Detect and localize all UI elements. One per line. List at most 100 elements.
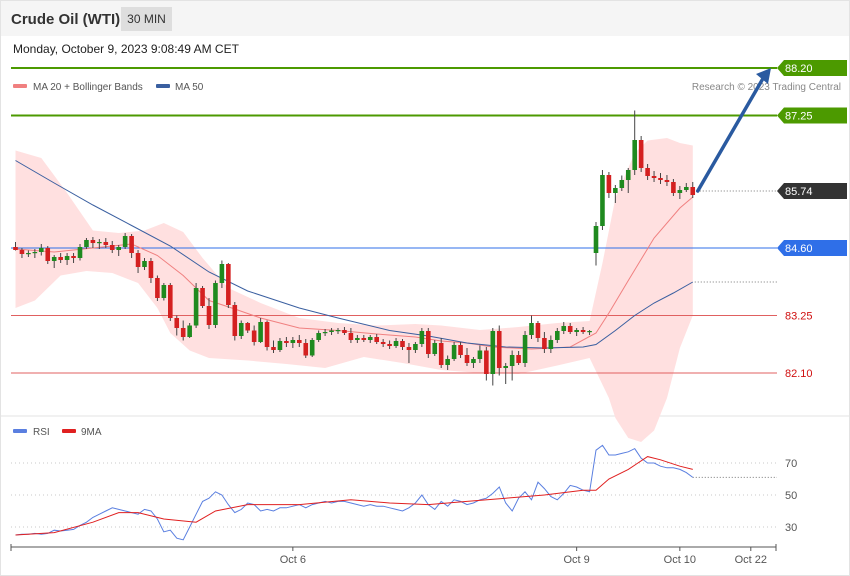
candle bbox=[232, 302, 238, 341]
candle-body bbox=[103, 242, 109, 245]
candle-body bbox=[129, 236, 134, 253]
candle-body bbox=[503, 366, 508, 368]
candle-body bbox=[593, 226, 599, 253]
candle-body bbox=[161, 285, 167, 298]
candle-body bbox=[45, 248, 51, 261]
candle bbox=[193, 283, 199, 328]
candle-body bbox=[374, 337, 379, 342]
candle-body bbox=[451, 345, 457, 359]
candle-body bbox=[664, 180, 670, 182]
candle-body bbox=[335, 330, 341, 332]
candle-body bbox=[413, 344, 418, 350]
rsi-ma-line bbox=[15, 456, 693, 536]
legend-swatch-9ma bbox=[62, 429, 76, 433]
candle-body bbox=[19, 250, 25, 254]
candle-body bbox=[39, 248, 44, 252]
legend-swatch-ma50 bbox=[156, 84, 170, 88]
candle-body bbox=[200, 288, 205, 306]
rsi-level-label-50: 50 bbox=[785, 490, 797, 502]
legend-label-9ma: 9MA bbox=[81, 427, 102, 438]
candle-body bbox=[77, 247, 83, 258]
candle-body bbox=[219, 264, 225, 283]
candle-body bbox=[13, 247, 18, 250]
candle-body bbox=[168, 285, 173, 318]
legend-label-ma20: MA 20 + Bollinger Bands bbox=[33, 82, 143, 93]
x-tick-label-1: Oct 9 bbox=[564, 554, 590, 566]
candle bbox=[309, 338, 315, 357]
candle-body bbox=[64, 256, 70, 260]
candle-body bbox=[645, 168, 650, 176]
candle-body bbox=[142, 261, 147, 267]
candle-body bbox=[484, 350, 489, 374]
candle-body bbox=[471, 359, 476, 363]
candle-body bbox=[26, 253, 31, 255]
candle-body bbox=[271, 347, 276, 350]
candle-body bbox=[109, 245, 115, 250]
candle-body bbox=[193, 288, 199, 326]
candle-body bbox=[580, 330, 586, 332]
candle-body bbox=[284, 341, 289, 343]
candle-body bbox=[613, 188, 618, 193]
x-tick-label-3: Oct 22 bbox=[735, 554, 767, 566]
credit-text: Research © 2023 Trading Central bbox=[692, 82, 841, 93]
resistance-label-88.20: 88.20 bbox=[785, 63, 813, 75]
candle-body bbox=[180, 328, 186, 337]
candle bbox=[600, 170, 605, 230]
candle-body bbox=[135, 253, 141, 267]
candle-body bbox=[322, 332, 328, 334]
candle-body bbox=[496, 331, 502, 368]
candle bbox=[490, 328, 496, 386]
candle-body bbox=[51, 257, 57, 261]
legend-swatch-rsi bbox=[13, 429, 27, 433]
candle-body bbox=[232, 305, 238, 336]
price-legend: MA 20 + Bollinger Bands MA 50 bbox=[13, 82, 204, 93]
candle-body bbox=[684, 187, 689, 190]
x-tick-label-0: Oct 6 bbox=[280, 554, 306, 566]
candle-body bbox=[58, 257, 63, 260]
candle-body bbox=[600, 175, 605, 226]
support-label-83.25: 83.25 bbox=[785, 311, 813, 323]
candle-body bbox=[213, 283, 218, 325]
candle-body bbox=[458, 345, 463, 355]
candle-body bbox=[238, 323, 244, 336]
candle-body bbox=[380, 342, 386, 344]
candle bbox=[264, 320, 270, 351]
candle-body bbox=[464, 355, 470, 363]
candle-body bbox=[206, 306, 212, 325]
candle-body bbox=[97, 242, 102, 244]
candle-body bbox=[490, 331, 496, 374]
candle bbox=[161, 283, 167, 301]
candle-body bbox=[632, 140, 637, 170]
candle-body bbox=[477, 350, 483, 359]
candle-body bbox=[303, 343, 309, 356]
candle-body bbox=[342, 330, 347, 333]
candle-body bbox=[574, 330, 579, 332]
candle-body bbox=[84, 240, 89, 247]
candle-body bbox=[116, 247, 121, 250]
candle-body bbox=[387, 344, 392, 346]
candle-body bbox=[316, 333, 321, 340]
candle-body bbox=[393, 341, 399, 346]
candle-body bbox=[174, 318, 180, 328]
candle-body bbox=[251, 330, 257, 342]
candle-body bbox=[90, 240, 96, 243]
candle-body bbox=[567, 326, 573, 332]
candle-body bbox=[187, 325, 192, 337]
candle-body bbox=[122, 236, 128, 247]
candle-body bbox=[432, 343, 438, 354]
rsi-panel: RSI 9MA 70 50 30 bbox=[11, 427, 797, 541]
rsi-level-label-70: 70 bbox=[785, 458, 797, 470]
candle-body bbox=[309, 340, 315, 356]
candle-body bbox=[226, 264, 231, 305]
candle bbox=[496, 325, 502, 376]
candle-body bbox=[587, 331, 592, 333]
x-axis: Oct 6 Oct 9 Oct 10 Oct 22 bbox=[10, 544, 777, 566]
candle bbox=[484, 347, 489, 381]
candle-body bbox=[619, 180, 625, 188]
candle-body bbox=[400, 341, 405, 347]
pivot-label: 84.60 bbox=[785, 243, 813, 255]
candle-body bbox=[690, 187, 696, 195]
bollinger-band bbox=[15, 138, 693, 442]
candle bbox=[509, 350, 515, 381]
candle-body bbox=[529, 323, 534, 335]
